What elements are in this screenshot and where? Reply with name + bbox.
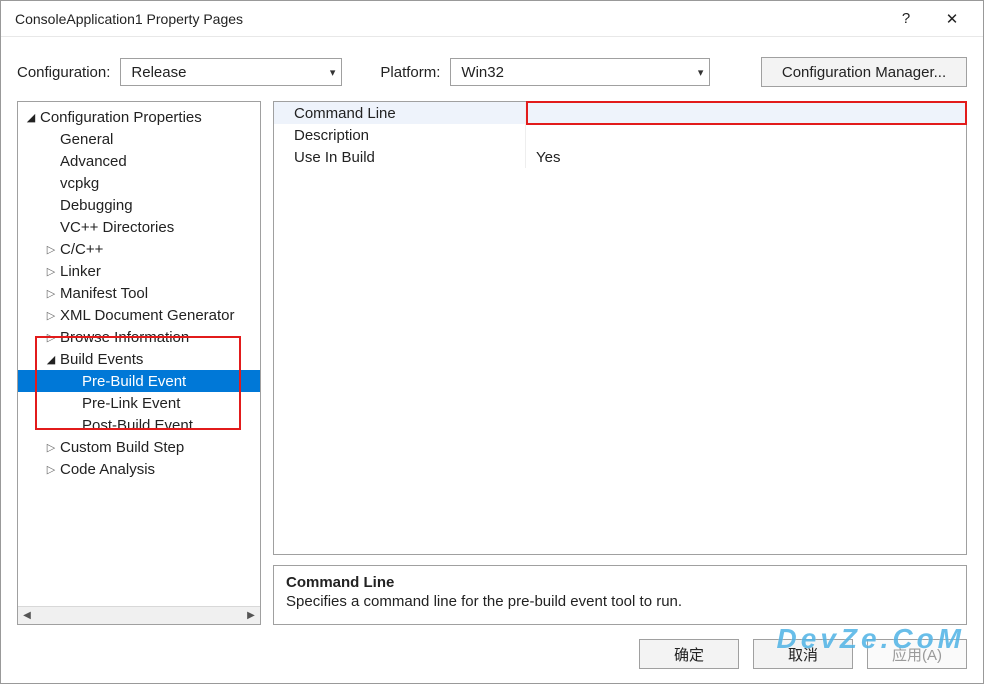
tree-node-linker[interactable]: ▷Linker <box>18 260 260 282</box>
expander-closed-icon[interactable]: ▷ <box>44 265 58 278</box>
help-button[interactable]: ? <box>883 4 929 34</box>
tree-node-vc-directories[interactable]: ▷VC++ Directories <box>18 216 260 238</box>
tree-node-pre-link-event[interactable]: ▷Pre-Link Event <box>18 392 260 414</box>
description-heading: Command Line <box>286 574 954 591</box>
grid-cell-name: Description <box>274 124 526 146</box>
tree-node-configuration-properties[interactable]: ◢ Configuration Properties <box>18 106 260 128</box>
main-area: ◢ Configuration Properties ▷General ▷Adv… <box>17 101 967 625</box>
tree-node-custom-build-step[interactable]: ▷Custom Build Step <box>18 436 260 458</box>
apply-button[interactable]: 应用(A) <box>867 639 967 669</box>
configuration-label: Configuration: <box>17 64 110 81</box>
tree-node-pre-build-event[interactable]: ▷Pre-Build Event <box>18 370 260 392</box>
grid-row-use-in-build[interactable]: Use In Build Yes <box>274 146 966 168</box>
close-icon: ✕ <box>946 10 959 28</box>
right-column: Command Line Description Use In Build Ye… <box>273 101 967 625</box>
grid-cell-name: Use In Build <box>274 146 526 168</box>
grid-cell-value[interactable] <box>526 102 966 124</box>
expander-open-icon[interactable]: ◢ <box>24 111 38 124</box>
chevron-down-icon: ▾ <box>330 66 336 79</box>
tree-h-scrollbar[interactable]: ◀ ▶ <box>18 606 260 624</box>
tree-node-build-events[interactable]: ◢Build Events <box>18 348 260 370</box>
tree-node-general[interactable]: ▷General <box>18 128 260 150</box>
tree-panel: ◢ Configuration Properties ▷General ▷Adv… <box>17 101 261 625</box>
configuration-value: Release <box>131 64 186 81</box>
tree-node-debugging[interactable]: ▷Debugging <box>18 194 260 216</box>
dialog-footer: 确定 取消 应用(A) <box>639 639 967 669</box>
expander-closed-icon[interactable]: ▷ <box>44 309 58 322</box>
description-text: Specifies a command line for the pre-bui… <box>286 593 954 610</box>
tree-node-manifest-tool[interactable]: ▷Manifest Tool <box>18 282 260 304</box>
help-icon: ? <box>902 10 910 27</box>
property-grid: Command Line Description Use In Build Ye… <box>273 101 967 555</box>
platform-value: Win32 <box>461 64 504 81</box>
expander-closed-icon[interactable]: ▷ <box>44 331 58 344</box>
grid-cell-value[interactable] <box>526 124 966 146</box>
description-panel: Command Line Specifies a command line fo… <box>273 565 967 625</box>
property-tree[interactable]: ◢ Configuration Properties ▷General ▷Adv… <box>18 102 260 606</box>
tree-node-vcpkg[interactable]: ▷vcpkg <box>18 172 260 194</box>
tree-node-advanced[interactable]: ▷Advanced <box>18 150 260 172</box>
expander-open-icon[interactable]: ◢ <box>44 353 58 366</box>
ok-button[interactable]: 确定 <box>639 639 739 669</box>
scroll-left-button[interactable]: ◀ <box>18 607 36 624</box>
chevron-down-icon: ▾ <box>698 66 704 79</box>
expander-closed-icon[interactable]: ▷ <box>44 463 58 476</box>
configuration-dropdown[interactable]: Release ▾ <box>120 58 342 86</box>
expander-closed-icon[interactable]: ▷ <box>44 441 58 454</box>
tree-node-c-cpp[interactable]: ▷C/C++ <box>18 238 260 260</box>
close-button[interactable]: ✕ <box>929 4 975 34</box>
platform-dropdown[interactable]: Win32 ▾ <box>450 58 710 86</box>
configuration-manager-button[interactable]: Configuration Manager... <box>761 57 967 87</box>
grid-row-command-line[interactable]: Command Line <box>274 102 966 124</box>
grid-cell-name: Command Line <box>274 102 526 124</box>
grid-cell-value[interactable]: Yes <box>526 146 966 168</box>
titlebar: ConsoleApplication1 Property Pages ? ✕ <box>1 1 983 37</box>
tree-node-code-analysis[interactable]: ▷Code Analysis <box>18 458 260 480</box>
scroll-right-button[interactable]: ▶ <box>242 607 260 624</box>
tree-node-post-build-event[interactable]: ▷Post-Build Event <box>18 414 260 436</box>
tree-node-browse-info[interactable]: ▷Browse Information <box>18 326 260 348</box>
window-title: ConsoleApplication1 Property Pages <box>15 11 883 27</box>
platform-label: Platform: <box>380 64 440 81</box>
config-toolbar: Configuration: Release ▾ Platform: Win32… <box>1 37 983 101</box>
expander-closed-icon[interactable]: ▷ <box>44 287 58 300</box>
tree-node-xml-doc-generator[interactable]: ▷XML Document Generator <box>18 304 260 326</box>
grid-row-description[interactable]: Description <box>274 124 966 146</box>
expander-closed-icon[interactable]: ▷ <box>44 243 58 256</box>
cancel-button[interactable]: 取消 <box>753 639 853 669</box>
